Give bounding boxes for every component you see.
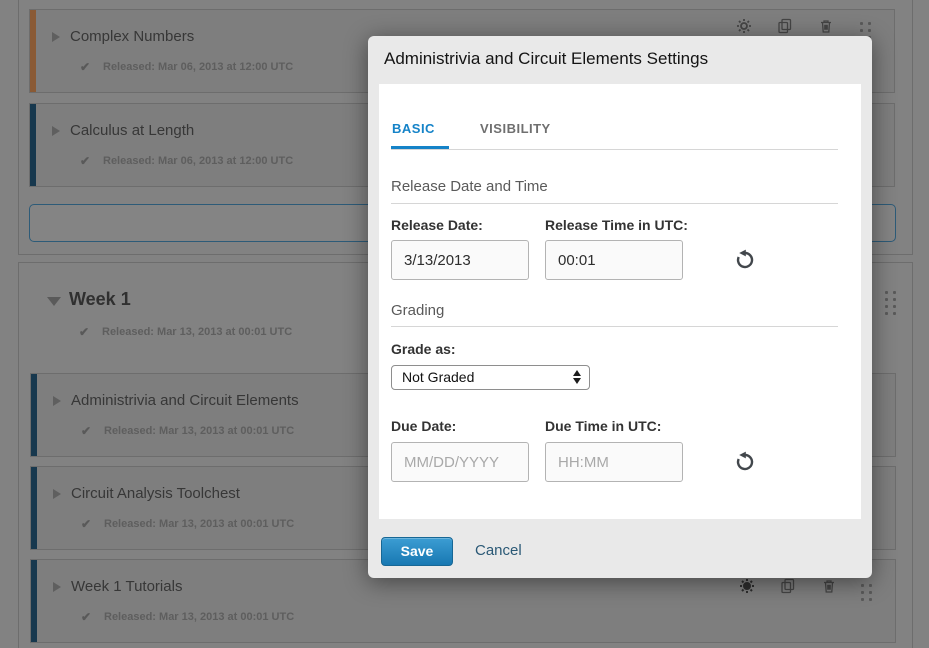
release-time-input[interactable] (545, 240, 683, 280)
tab-basic[interactable]: BASIC (392, 121, 435, 136)
release-section-divider (391, 203, 838, 204)
grade-as-label: Grade as: (391, 341, 456, 357)
modal-title: Administrivia and Circuit Elements Setti… (384, 49, 708, 69)
course-outline-page: Complex Numbers ✔ Released: Mar 06, 2013… (0, 0, 929, 648)
grading-section-heading: Grading (391, 302, 444, 319)
settings-modal: Administrivia and Circuit Elements Setti… (368, 36, 872, 578)
tabs-divider (391, 149, 838, 150)
release-date-input[interactable] (391, 240, 529, 280)
release-date-label: Release Date: (391, 217, 483, 233)
grading-section-divider (391, 326, 838, 327)
due-date-input[interactable] (391, 442, 529, 482)
select-arrows-icon (573, 370, 581, 384)
save-button[interactable]: Save (381, 537, 453, 566)
reset-release-date-icon[interactable] (734, 249, 754, 269)
due-date-label: Due Date: (391, 418, 456, 434)
reset-due-date-icon[interactable] (734, 451, 754, 471)
release-time-label: Release Time in UTC: (545, 217, 688, 233)
release-section-heading: Release Date and Time (391, 178, 548, 195)
due-time-label: Due Time in UTC: (545, 418, 661, 434)
tab-visibility[interactable]: VISIBILITY (480, 121, 551, 136)
due-time-input[interactable] (545, 442, 683, 482)
cancel-button[interactable]: Cancel (475, 542, 522, 559)
grade-as-selected-value: Not Graded (402, 369, 474, 385)
grade-as-select[interactable]: Not Graded (391, 365, 590, 390)
